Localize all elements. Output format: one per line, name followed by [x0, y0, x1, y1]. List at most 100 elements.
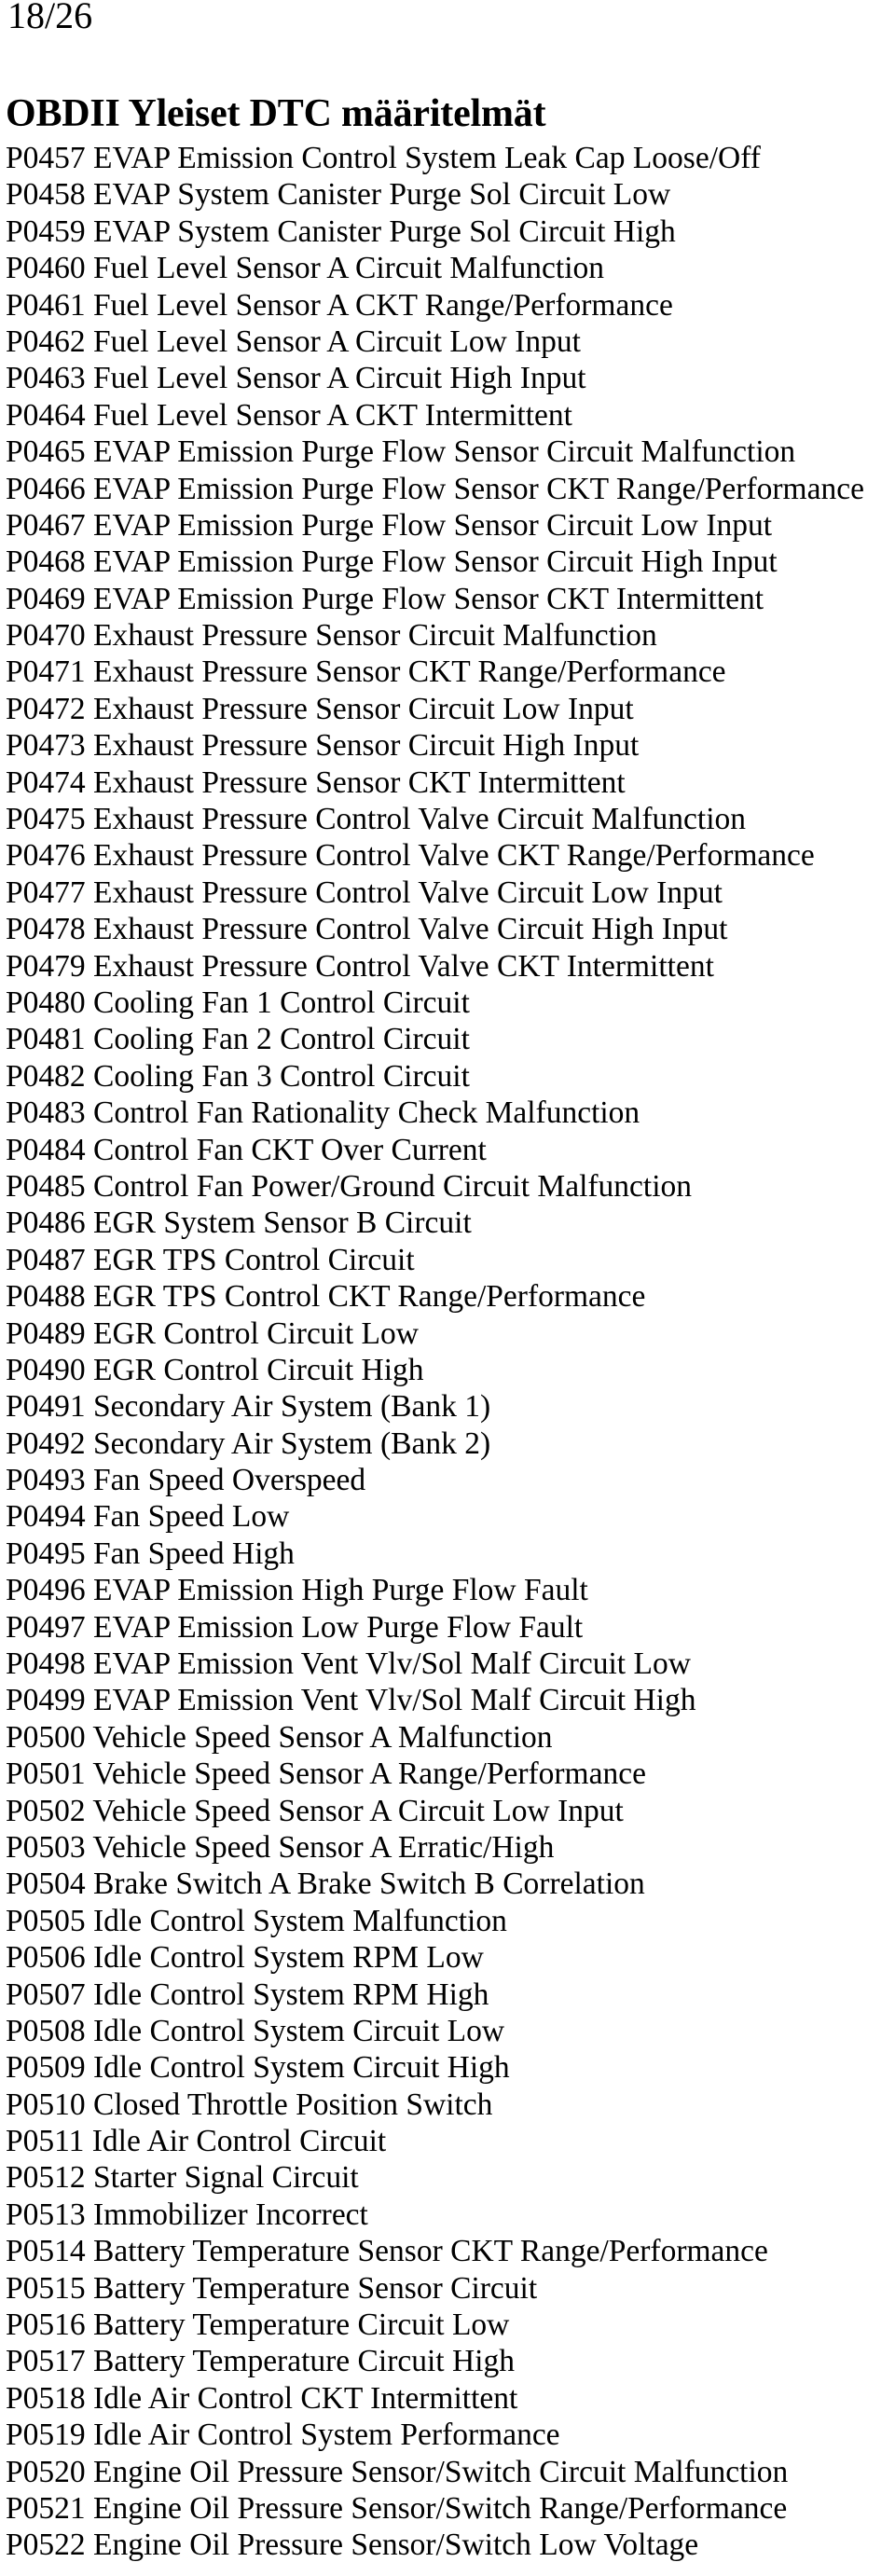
dtc-list-item: P0508 Idle Control System Circuit Low: [6, 2013, 864, 2049]
dtc-list-item: P0522 Engine Oil Pressure Sensor/Switch …: [6, 2527, 864, 2563]
dtc-description: Exhaust Pressure Control Valve Circuit H…: [93, 912, 728, 947]
dtc-code: P0518: [6, 2380, 86, 2416]
dtc-code: P0464: [6, 397, 86, 433]
dtc-list-item: P0504 Brake Switch A Brake Switch B Corr…: [6, 1866, 864, 1902]
dtc-description: EVAP Emission Purge Flow Sensor CKT Rang…: [93, 471, 864, 506]
dtc-list-item: P0472 Exhaust Pressure Sensor Circuit Lo…: [6, 691, 864, 727]
dtc-code: P0519: [6, 2418, 86, 2453]
dtc-code: P0494: [6, 1499, 86, 1535]
dtc-code: P0481: [6, 1022, 86, 1057]
dtc-description: Vehicle Speed Sensor A Erratic/High: [92, 1829, 555, 1865]
dtc-code: P0508: [6, 2013, 86, 2048]
page-number: 18/26: [7, 0, 93, 36]
dtc-code: P0502: [6, 1793, 86, 1828]
dtc-description: Control Fan CKT Over Current: [93, 1132, 487, 1167]
dtc-code: P0478: [6, 912, 86, 947]
dtc-list-item: P0503 Vehicle Speed Sensor A Erratic/Hig…: [6, 1829, 864, 1866]
dtc-list-item: P0459 EVAP System Canister Purge Sol Cir…: [6, 214, 864, 250]
dtc-code: P0471: [6, 654, 86, 690]
dtc-list-item: P0511 Idle Air Control Circuit: [6, 2123, 864, 2159]
dtc-code: P0461: [6, 287, 86, 323]
dtc-description: Closed Throttle Position Switch: [93, 2087, 493, 2122]
dtc-list-item: P0457 EVAP Emission Control System Leak …: [6, 140, 864, 176]
dtc-code: P0488: [6, 1279, 86, 1315]
dtc-list-item: P0497 EVAP Emission Low Purge Flow Fault: [6, 1609, 864, 1646]
dtc-description: Fuel Level Sensor A Circuit High Input: [93, 361, 586, 396]
dtc-description: Fuel Level Sensor A CKT Range/Performanc…: [93, 287, 673, 323]
dtc-description: Brake Switch A Brake Switch B Correlatio…: [93, 1867, 645, 1902]
dtc-code: P0500: [6, 1719, 86, 1755]
dtc-code: P0507: [6, 1977, 86, 2012]
dtc-description: EVAP Emission High Purge Flow Fault: [93, 1573, 588, 1608]
dtc-description: EVAP Emission Vent Vlv/Sol Malf Circuit …: [93, 1646, 691, 1682]
dtc-list-item: P0487 EGR TPS Control Circuit: [6, 1242, 864, 1278]
dtc-description: Engine Oil Pressure Sensor/Switch Low Vo…: [93, 2528, 699, 2563]
dtc-list-item: P0514 Battery Temperature Sensor CKT Ran…: [6, 2233, 864, 2269]
dtc-code: P0497: [6, 1609, 86, 1645]
dtc-list-item: P0485 Control Fan Power/Ground Circuit M…: [6, 1168, 864, 1205]
dtc-list-item: P0468 EVAP Emission Purge Flow Sensor Ci…: [6, 544, 864, 580]
dtc-code-list: P0457 EVAP Emission Control System Leak …: [6, 140, 864, 2564]
dtc-list-item: P0475 Exhaust Pressure Control Valve Cir…: [6, 801, 864, 837]
dtc-code: P0484: [6, 1132, 86, 1167]
dtc-list-item: P0467 EVAP Emission Purge Flow Sensor Ci…: [6, 507, 864, 544]
dtc-description: Exhaust Pressure Control Valve CKT Range…: [93, 838, 815, 874]
dtc-description: Idle Air Control CKT Intermittent: [93, 2380, 518, 2416]
dtc-description: Vehicle Speed Sensor A Circuit Low Input: [92, 1793, 624, 1828]
dtc-code: P0493: [6, 1463, 86, 1498]
dtc-list-item: P0520 Engine Oil Pressure Sensor/Switch …: [6, 2454, 864, 2490]
dtc-description: Exhaust Pressure Control Valve Circuit L…: [93, 875, 723, 910]
dtc-description: Cooling Fan 2 Control Circuit: [93, 1022, 470, 1057]
dtc-code: P0521: [6, 2491, 86, 2526]
dtc-list-item: P0496 EVAP Emission High Purge Flow Faul…: [6, 1572, 864, 1608]
dtc-list-item: P0512 Starter Signal Circuit: [6, 2159, 864, 2196]
dtc-code: P0512: [6, 2160, 86, 2196]
dtc-list-item: P0471 Exhaust Pressure Sensor CKT Range/…: [6, 654, 864, 690]
dtc-description: EVAP Emission Control System Leak Cap Lo…: [93, 141, 761, 175]
dtc-list-item: P0491 Secondary Air System (Bank 1): [6, 1388, 864, 1425]
dtc-code: P0485: [6, 1168, 86, 1204]
dtc-list-item: P0469 EVAP Emission Purge Flow Sensor CK…: [6, 581, 864, 617]
dtc-description: Battery Temperature Sensor CKT Range/Per…: [93, 2234, 768, 2269]
document-title: OBDII Yleiset DTC määritelmät: [6, 92, 546, 135]
dtc-code: P0514: [6, 2234, 86, 2269]
dtc-description: Exhaust Pressure Control Valve Circuit M…: [93, 802, 746, 837]
dtc-code: P0490: [6, 1352, 86, 1387]
dtc-code: P0472: [6, 691, 86, 726]
dtc-code: P0489: [6, 1316, 86, 1351]
dtc-description: Fuel Level Sensor A CKT Intermittent: [93, 397, 572, 433]
dtc-list-item: P0516 Battery Temperature Circuit Low: [6, 2307, 864, 2343]
dtc-code: P0522: [6, 2528, 86, 2563]
dtc-code: P0513: [6, 2197, 86, 2232]
dtc-code: P0491: [6, 1389, 86, 1425]
dtc-code: P0499: [6, 1683, 86, 1718]
dtc-description: Exhaust Pressure Sensor Circuit High Inp…: [93, 728, 640, 764]
dtc-list-item: P0480 Cooling Fan 1 Control Circuit: [6, 985, 864, 1021]
dtc-description: Fan Speed Overspeed: [93, 1463, 366, 1498]
dtc-code: P0467: [6, 507, 86, 543]
dtc-code: P0511: [6, 2124, 85, 2159]
dtc-description: Battery Temperature Sensor Circuit: [93, 2270, 538, 2306]
dtc-description: Immobilizer Incorrect: [93, 2197, 368, 2232]
dtc-description: Fan Speed Low: [93, 1499, 290, 1535]
dtc-description: Control Fan Power/Ground Circuit Malfunc…: [93, 1168, 693, 1204]
dtc-description: EVAP System Canister Purge Sol Circuit L…: [93, 177, 671, 213]
dtc-description: Fan Speed High: [93, 1536, 295, 1571]
dtc-code: P0468: [6, 544, 86, 580]
dtc-code: P0480: [6, 985, 86, 1020]
dtc-code: P0459: [6, 214, 86, 249]
dtc-code: P0473: [6, 728, 86, 764]
dtc-code: P0495: [6, 1536, 86, 1571]
dtc-list-item: P0470 Exhaust Pressure Sensor Circuit Ma…: [6, 617, 864, 654]
dtc-description: EVAP Emission Vent Vlv/Sol Malf Circuit …: [93, 1683, 696, 1718]
dtc-code: P0503: [6, 1829, 86, 1865]
dtc-list-item: P0505 Idle Control System Malfunction: [6, 1903, 864, 1939]
dtc-code: P0492: [6, 1426, 86, 1461]
dtc-list-item: P0507 Idle Control System RPM High: [6, 1977, 864, 2013]
dtc-code: P0520: [6, 2454, 86, 2489]
dtc-list-item: P0476 Exhaust Pressure Control Valve CKT…: [6, 837, 864, 874]
dtc-list-item: P0501 Vehicle Speed Sensor A Range/Perfo…: [6, 1756, 864, 1792]
dtc-description: EGR TPS Control Circuit: [93, 1242, 415, 1277]
dtc-code: P0510: [6, 2087, 86, 2122]
dtc-description: EVAP System Canister Purge Sol Circuit H…: [93, 214, 676, 249]
